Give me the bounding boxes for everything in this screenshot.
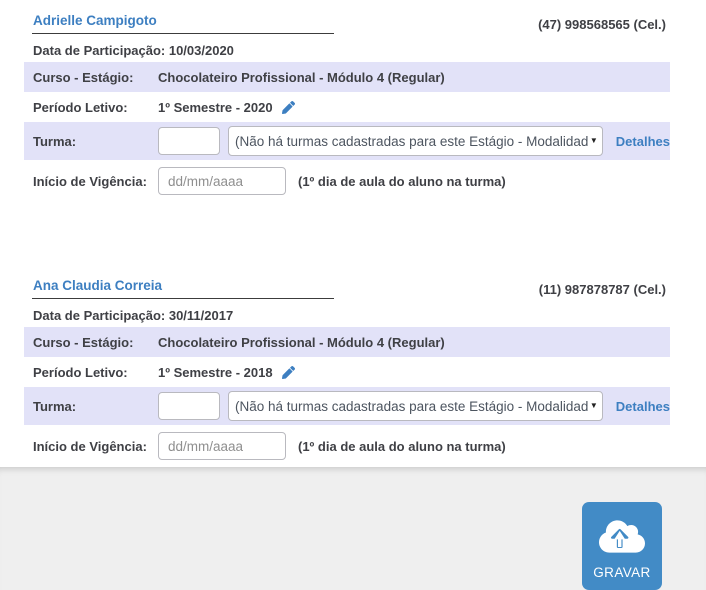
turma-select[interactable]: (Não há turmas cadastradas para este Est… (228, 126, 603, 156)
footer-action-bar: GRAVAR (0, 467, 706, 590)
turma-label: Turma: (33, 398, 77, 414)
vigencia-label: Início de Vigência: (33, 173, 147, 189)
student-record: Adrielle Campigoto (47) 998568565 (Cel.)… (24, 12, 670, 202)
student-name-link[interactable]: Adrielle Campigoto (33, 13, 157, 28)
edit-pencil-icon[interactable] (281, 365, 295, 379)
period-row: Período Letivo: 1º Semestre - 2018 (24, 357, 670, 387)
turma-select-value: (Não há turmas cadastradas para este Est… (235, 398, 589, 414)
cloud-upload-icon (599, 518, 645, 558)
turma-row: Turma: (Não há turmas cadastradas para e… (24, 387, 670, 425)
save-button[interactable]: GRAVAR (582, 502, 662, 590)
course-value: Chocolateiro Profissional - Módulo 4 (Re… (158, 334, 445, 350)
participation-date-row: Data de Participação: 30/11/2017 (24, 308, 670, 323)
turma-select-value: (Não há turmas cadastradas para este Est… (235, 133, 589, 149)
save-button-label: GRAVAR (593, 565, 651, 580)
turma-code-input[interactable] (158, 127, 220, 155)
vigencia-row: Início de Vigência: (1º dia de aula do a… (24, 160, 670, 202)
vigencia-date-input[interactable] (158, 432, 286, 460)
turma-select[interactable]: (Não há turmas cadastradas para este Est… (228, 391, 603, 421)
course-value: Chocolateiro Profissional - Módulo 4 (Re… (158, 69, 445, 85)
enrollment-form-page: Adrielle Campigoto (47) 998568565 (Cel.)… (0, 0, 706, 590)
student-name-underline: Adrielle Campigoto (32, 12, 334, 34)
period-label: Período Letivo: (33, 364, 128, 380)
participation-date-row: Data de Participação: 10/03/2020 (24, 43, 670, 58)
vigencia-label: Início de Vigência: (33, 438, 147, 454)
edit-pencil-icon[interactable] (281, 100, 295, 114)
dropdown-caret-icon: ▼ (589, 136, 598, 145)
dropdown-caret-icon: ▼ (589, 401, 598, 410)
period-label: Período Letivo: (33, 99, 128, 115)
participation-value: 10/03/2020 (168, 43, 234, 58)
student-header-row: Ana Claudia Correia (11) 987878787 (Cel.… (24, 277, 670, 299)
detalhes-link[interactable]: Detalhes (616, 399, 670, 414)
detalhes-link[interactable]: Detalhes (616, 134, 670, 149)
course-label: Curso - Estágio: (33, 69, 134, 85)
course-row: Curso - Estágio: Chocolateiro Profission… (24, 62, 670, 92)
period-row: Período Letivo: 1º Semestre - 2020 (24, 92, 670, 122)
students-form-area: Adrielle Campigoto (47) 998568565 (Cel.)… (0, 0, 706, 467)
participation-label: Data de Participação: (33, 308, 166, 323)
period-value: 1º Semestre - 2020 (158, 99, 273, 115)
vigencia-hint: (1º dia de aula do aluno na turma) (298, 173, 506, 189)
participation-label: Data de Participação: (33, 43, 166, 58)
period-value: 1º Semestre - 2018 (158, 364, 273, 380)
student-name-link[interactable]: Ana Claudia Correia (33, 278, 162, 293)
phone-number: (11) 987878787 (Cel.) (538, 282, 666, 297)
turma-code-input[interactable] (158, 392, 220, 420)
student-header-row: Adrielle Campigoto (47) 998568565 (Cel.) (24, 12, 670, 34)
student-record: Ana Claudia Correia (11) 987878787 (Cel.… (24, 277, 670, 467)
turma-label: Turma: (33, 133, 77, 149)
participation-value: 30/11/2017 (168, 308, 234, 323)
student-name-underline: Ana Claudia Correia (32, 277, 334, 299)
turma-row: Turma: (Não há turmas cadastradas para e… (24, 122, 670, 160)
phone-number: (47) 998568565 (Cel.) (538, 17, 666, 32)
vigencia-date-input[interactable] (158, 167, 286, 195)
vigencia-row: Início de Vigência: (1º dia de aula do a… (24, 425, 670, 467)
course-row: Curso - Estágio: Chocolateiro Profission… (24, 327, 670, 357)
course-label: Curso - Estágio: (33, 334, 134, 350)
vigencia-hint: (1º dia de aula do aluno na turma) (298, 438, 506, 454)
